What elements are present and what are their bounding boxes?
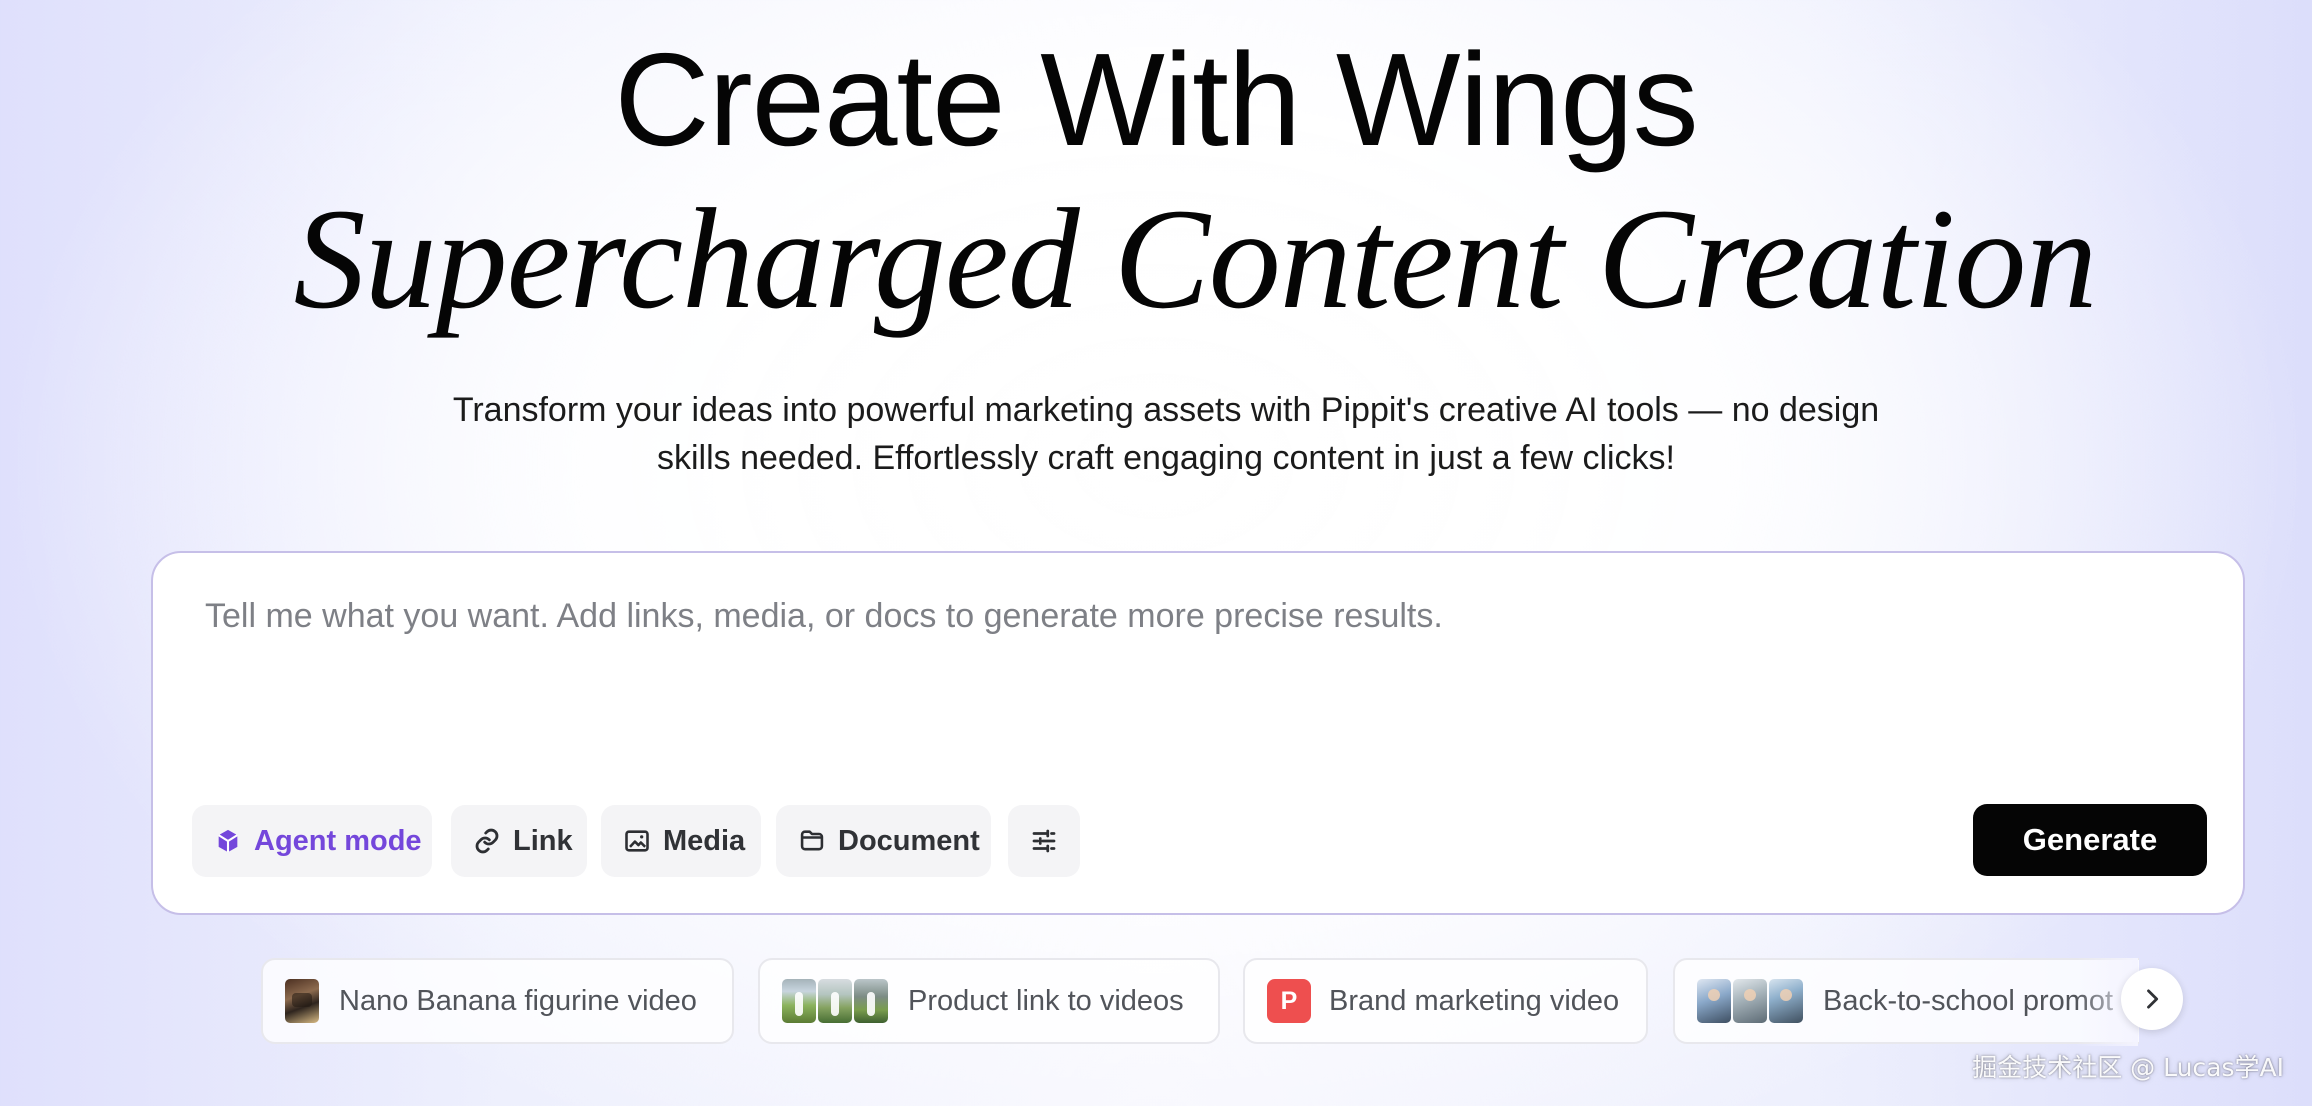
folder-icon — [798, 827, 826, 855]
school-thumbnail — [1697, 979, 1731, 1023]
suggestion-chip-figurine[interactable]: Nano Banana figurine video — [261, 958, 734, 1044]
generate-button[interactable]: Generate — [1973, 804, 2207, 876]
hero-title-line-1: Create With Wings — [614, 26, 1698, 173]
product-thumbnail — [818, 979, 852, 1023]
product-thumbnail — [854, 979, 888, 1023]
hero-title-line-2: Supercharged Content Creation — [293, 180, 2098, 339]
school-promo-thumbnails — [1697, 979, 1805, 1023]
link-icon — [473, 827, 501, 855]
prompt-card: Agent mode Link Media Document — [151, 551, 2245, 915]
school-thumbnail — [1733, 979, 1767, 1023]
settings-button[interactable] — [1008, 805, 1080, 877]
cube-icon — [214, 827, 242, 855]
suggestion-label: Back-to-school promot — [1823, 984, 2114, 1017]
suggestion-list: Nano Banana figurine video Product link … — [261, 958, 2139, 1046]
document-label: Document — [838, 824, 980, 857]
suggestion-label: Brand marketing video — [1329, 984, 1620, 1017]
image-icon — [623, 827, 651, 855]
watermark: 掘金技术社区 @ Lucas学AI — [1972, 1053, 2284, 1082]
document-button[interactable]: Document — [776, 805, 991, 877]
school-thumbnail — [1769, 979, 1803, 1023]
media-button[interactable]: Media — [601, 805, 761, 877]
agent-mode-button[interactable]: Agent mode — [192, 805, 432, 877]
media-label: Media — [663, 824, 746, 857]
prompt-input[interactable] — [205, 595, 2105, 705]
product-video-thumbnails — [782, 979, 890, 1023]
hero-subtitle-line-2: skills needed. Effortlessly craft engagi… — [657, 439, 1675, 477]
hero-subtitle: Transform your ideas into powerful marke… — [356, 386, 1976, 482]
agent-mode-label: Agent mode — [254, 824, 422, 857]
chevron-right-icon — [2138, 985, 2166, 1013]
suggestion-chip-product-link[interactable]: Product link to videos — [758, 958, 1220, 1044]
figurine-thumbnail — [285, 979, 321, 1023]
suggestion-label: Nano Banana figurine video — [339, 984, 697, 1017]
link-label: Link — [513, 824, 573, 857]
sliders-icon — [1029, 826, 1059, 856]
hero-subtitle-line-1: Transform your ideas into powerful marke… — [452, 391, 1880, 429]
suggestion-label: Product link to videos — [908, 984, 1184, 1017]
carousel-next-button[interactable] — [2121, 968, 2183, 1030]
link-button[interactable]: Link — [451, 805, 587, 877]
suggestion-chip-brand-marketing[interactable]: P Brand marketing video — [1243, 958, 1648, 1044]
brand-p-logo: P — [1267, 979, 1311, 1023]
suggestion-chip-back-to-school[interactable]: Back-to-school promot — [1673, 958, 2139, 1044]
product-thumbnail — [782, 979, 816, 1023]
figurine-image — [285, 979, 319, 1023]
